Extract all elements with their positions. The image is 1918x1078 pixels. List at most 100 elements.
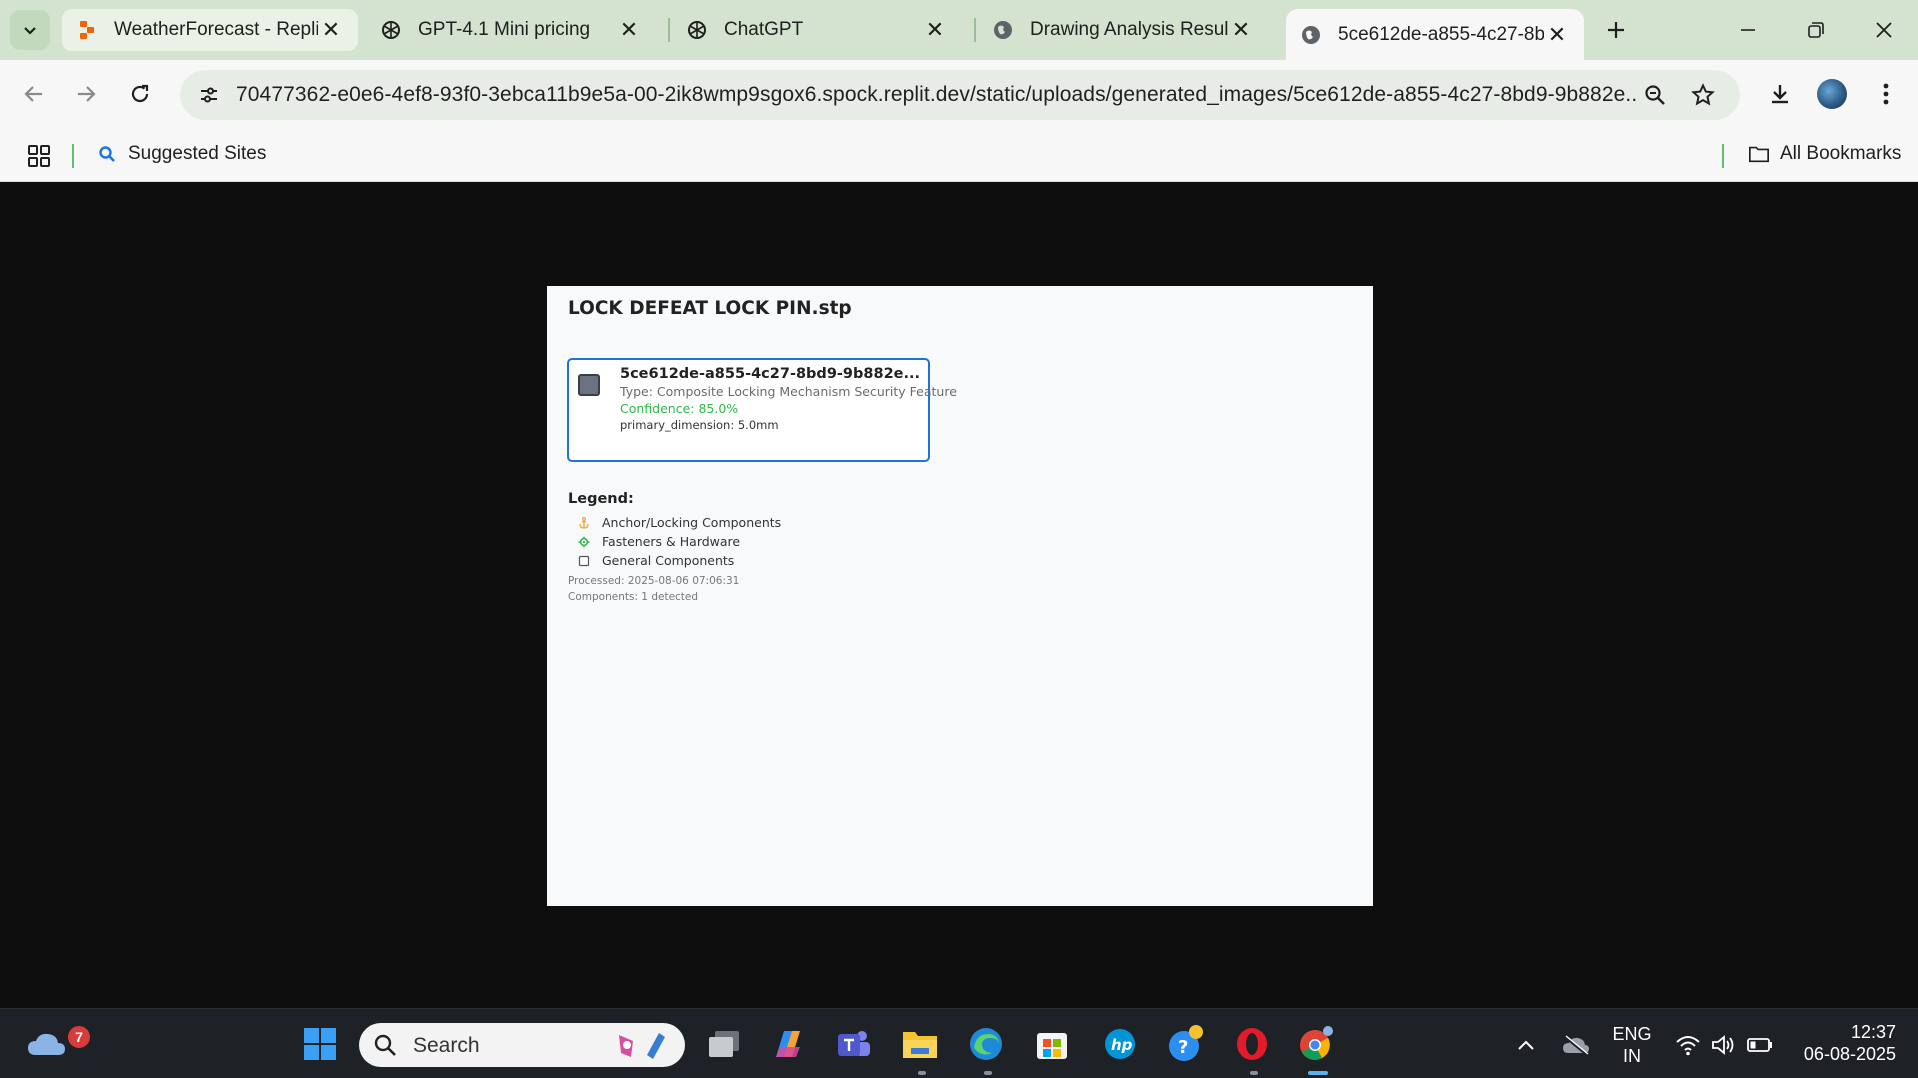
folder-icon [1748,143,1770,165]
url-text[interactable]: 70477362-e0e6-4ef8-93f0-3ebca11b9e5a-00-… [236,83,1636,107]
bookmark-star-button[interactable] [1686,78,1720,112]
task-view-button[interactable] [700,1020,748,1068]
globe-icon [992,19,1014,41]
bookmark-suggested-sites[interactable]: Suggested Sites [96,143,266,165]
tune-icon [201,87,217,103]
close-icon[interactable]: ✕ [1228,17,1254,43]
weather-widget[interactable]: 7 [22,1020,90,1068]
chevron-down-icon [24,27,36,35]
back-button[interactable] [14,74,54,114]
chevron-up-icon [1518,1040,1534,1050]
square-icon [578,374,600,396]
magnifier-icon [1645,85,1665,105]
running-indicator [1250,1071,1258,1075]
minimize-icon [1741,29,1755,31]
close-icon[interactable]: ✕ [616,17,642,43]
copilot-icon [776,1031,800,1057]
tab-title: WeatherForecast - Replit [114,19,318,40]
get-help-button[interactable]: ? [1162,1020,1210,1068]
replit-icon [76,19,98,41]
zoom-button[interactable] [1638,78,1672,112]
bookmarks-divider [1722,144,1724,168]
page-viewport: LOCK DEFEAT LOCK PIN.stp 5ce612de-a855-4… [0,182,1918,1008]
hp-button[interactable]: hp [1096,1020,1144,1068]
opera-button[interactable] [1228,1020,1276,1068]
language-code: ENG [1612,1024,1652,1044]
globe-icon [1300,24,1322,46]
close-icon[interactable]: ✕ [318,17,344,43]
clock[interactable]: 12:37 06-08-2025 [1790,1021,1910,1065]
tab-drawing-analysis[interactable]: Drawing Analysis Results ✕ [978,9,1268,51]
component-dimension: primary_dimension: 5.0mm [620,418,779,432]
battery-button[interactable] [1746,1031,1774,1059]
language-indicator[interactable]: ENG IN [1608,1023,1656,1067]
bookmarks-divider [72,144,74,168]
kebab-menu-icon [1883,83,1889,105]
all-bookmarks-button[interactable]: All Bookmarks [1748,143,1901,165]
close-window-button[interactable] [1854,8,1914,52]
new-tab-button[interactable] [1598,12,1634,48]
reload-button[interactable] [120,74,160,114]
chrome-button[interactable] [1292,1020,1340,1068]
legend-label: Anchor/Locking Components [602,515,782,530]
apps-button[interactable] [24,141,54,171]
profile-button[interactable] [1812,74,1852,114]
square-icon [578,555,590,567]
restore-button[interactable] [1786,8,1846,52]
site-info-button[interactable] [192,78,226,112]
component-type: Type: Composite Locking Mechanism Securi… [620,384,957,399]
tab-search-button[interactable] [10,10,50,50]
browser-toolbar: 70477362-e0e6-4ef8-93f0-3ebca11b9e5a-00-… [0,60,1918,130]
search-icon [96,143,118,165]
tab-generated-image[interactable]: 5ce612de-a855-4c27-8bd9 ✕ [1286,9,1584,60]
network-button[interactable] [1674,1031,1702,1059]
store-icon [1037,1033,1067,1059]
folder-icon [903,1032,937,1058]
tab-title: GPT-4.1 Mini pricing [418,19,591,40]
teams-icon [838,1031,870,1056]
wifi-icon [1676,1036,1700,1056]
forward-button[interactable] [66,74,106,114]
component-name: 5ce612de-a855-4c27-8bd9-9b882e... [620,366,921,382]
avatar [1817,79,1847,109]
minimize-button[interactable] [1718,8,1778,52]
bookmarks-bar: Suggested Sites All Bookmarks [0,130,1918,182]
anchor-icon [578,516,590,529]
downloads-button[interactable] [1760,74,1800,114]
battery-icon [1747,1038,1772,1052]
tab-title: ChatGPT [724,19,804,40]
menu-button[interactable] [1866,74,1906,114]
tab-gpt-pricing[interactable]: GPT-4.1 Mini pricing ✕ [366,9,656,51]
store-button[interactable] [1028,1020,1076,1068]
edge-button[interactable] [962,1020,1010,1068]
start-button[interactable] [296,1020,344,1068]
component-card: 5ce612de-a855-4c27-8bd9-9b882e... Type: … [567,358,957,462]
taskbar-search[interactable]: Search [359,1023,685,1067]
region-code: IN [1623,1046,1641,1066]
running-indicator [984,1071,992,1075]
volume-button[interactable] [1710,1031,1738,1059]
running-indicator [918,1071,926,1075]
svg-text:?: ? [1178,1037,1188,1058]
close-icon[interactable]: ✕ [922,17,948,43]
show-hidden-icons-button[interactable] [1512,1031,1540,1059]
openai-icon [380,19,402,41]
close-icon [1876,22,1892,38]
file-explorer-button[interactable] [896,1020,944,1068]
copilot-button[interactable] [764,1020,812,1068]
close-icon[interactable]: ✕ [1544,22,1570,48]
restore-icon [1808,22,1824,38]
windows-taskbar: 7 Search hp ? ENG IN 12:37 06-08-2025 [0,1008,1918,1078]
onedrive-button[interactable] [1562,1031,1590,1059]
search-icon [374,1034,396,1056]
svg-text:hp: hp [1111,1036,1133,1054]
tab-chatgpt[interactable]: ChatGPT ✕ [672,9,962,51]
search-label: Search [413,1034,480,1057]
legend-label: Fasteners & Hardware [602,534,741,549]
component-confidence: Confidence: 85.0% [620,401,739,416]
arrow-left-icon [24,86,42,102]
tab-weatherforecast[interactable]: WeatherForecast - Replit ✕ [62,9,358,51]
address-bar[interactable]: 70477362-e0e6-4ef8-93f0-3ebca11b9e5a-00-… [180,70,1740,120]
tab-title: 5ce612de-a855-4c27-8bd9 [1338,23,1544,45]
teams-button[interactable] [830,1020,878,1068]
